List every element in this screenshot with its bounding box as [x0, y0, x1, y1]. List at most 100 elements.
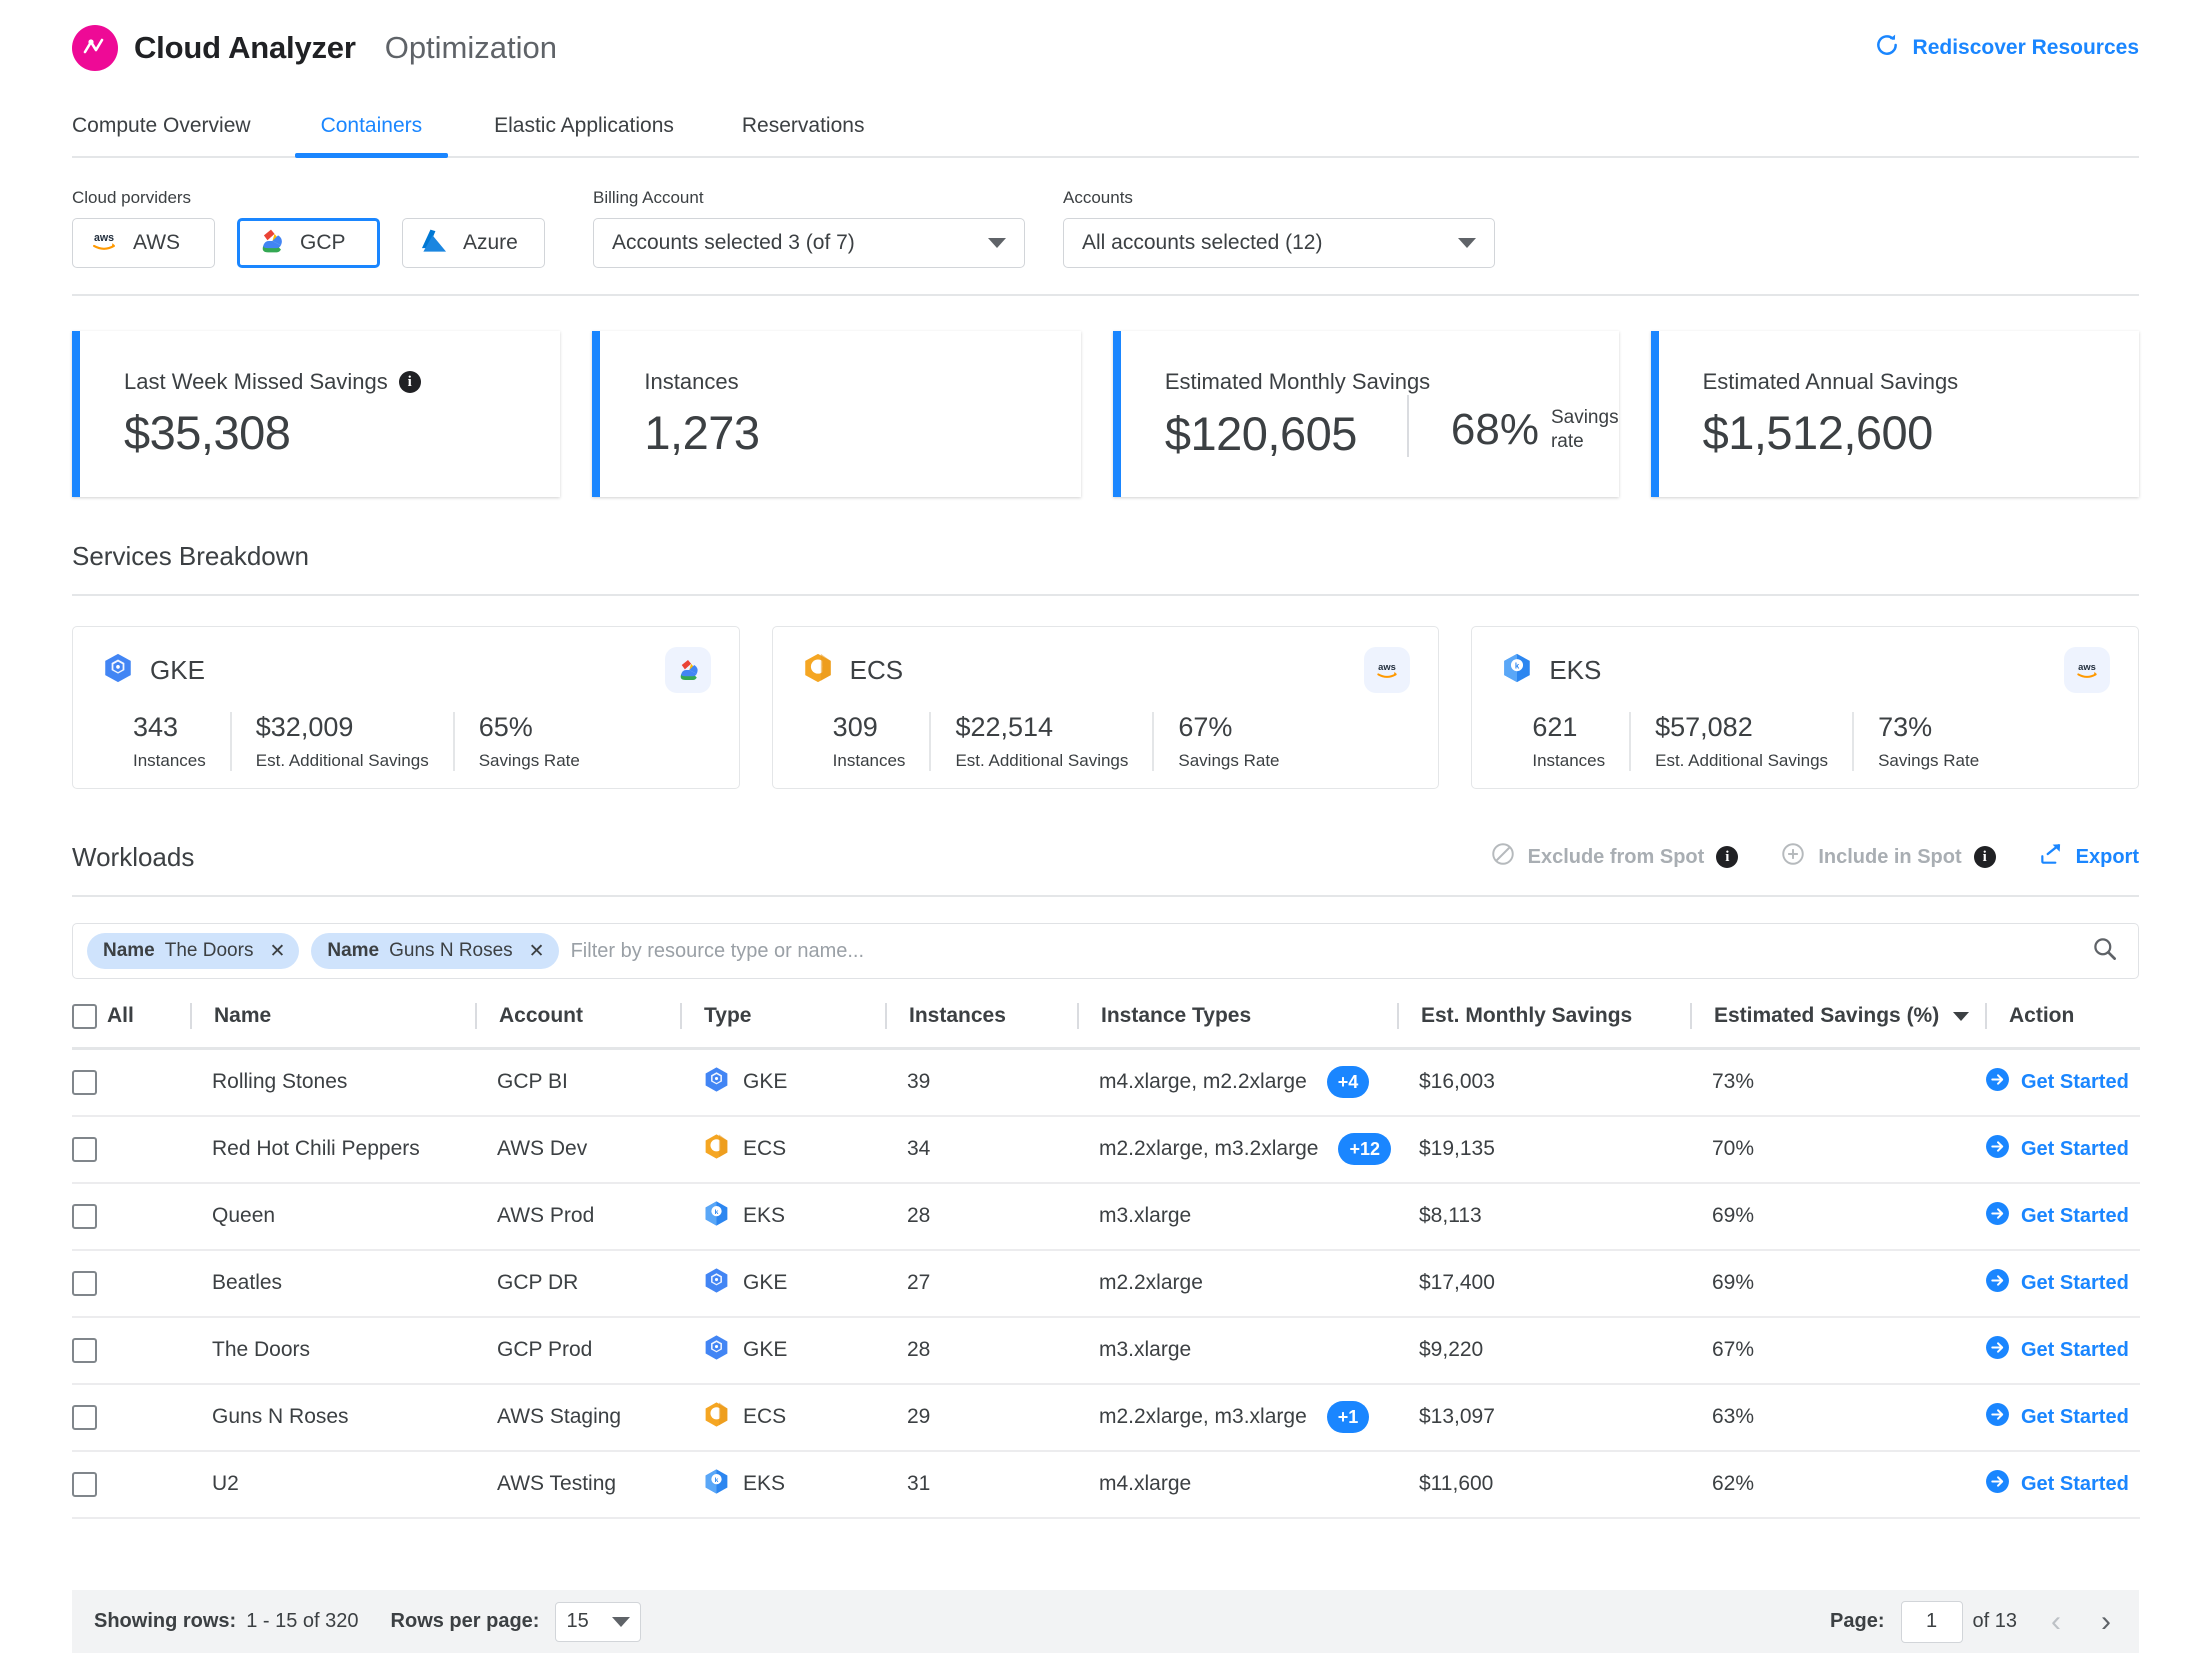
service-name: EKS — [1549, 655, 1601, 686]
get-started-button[interactable]: Get Started — [1985, 1268, 2129, 1299]
row-instances: 29 — [907, 1405, 930, 1429]
filter-chip[interactable]: NameThe Doors✕ — [87, 933, 299, 969]
row-checkbox[interactable] — [72, 1271, 97, 1296]
row-monthly-savings-cell: $17,400 — [1397, 1250, 1690, 1317]
row-action-cell[interactable]: Get Started — [1985, 1049, 2140, 1116]
cloud-provider-azure-button[interactable]: Azure — [402, 218, 545, 268]
tab-elastic-applications[interactable]: Elastic Applications — [494, 114, 674, 156]
service-rate-label: Savings Rate — [1878, 751, 1979, 771]
tab-compute-overview[interactable]: Compute Overview — [72, 114, 251, 156]
row-checkbox[interactable] — [72, 1405, 97, 1430]
row-action-cell[interactable]: Get Started — [1985, 1250, 2140, 1317]
column-header-account[interactable]: Account — [475, 1003, 680, 1049]
row-action-cell[interactable]: Get Started — [1985, 1451, 2140, 1518]
column-header-label: Action — [2009, 1004, 2074, 1028]
row-name: Rolling Stones — [212, 1070, 347, 1094]
row-select-cell[interactable] — [72, 1183, 190, 1250]
export-button[interactable]: Export — [2038, 841, 2139, 873]
service-card-eks[interactable]: kEKSaws621Instances$57,082Est. Additiona… — [1471, 626, 2139, 789]
column-header-estimated-savings[interactable]: Estimated Savings (%) — [1690, 1003, 1985, 1049]
get-started-button[interactable]: Get Started — [1985, 1134, 2129, 1165]
info-icon[interactable]: i — [399, 371, 421, 393]
service-card-gke[interactable]: GKE343Instances$32,009Est. Additional Sa… — [72, 626, 740, 789]
cloud-provider-buttons: awsAWS GCP Azure — [72, 218, 545, 268]
row-instance-types-more-badge[interactable]: +1 — [1327, 1401, 1370, 1433]
row-instance-types-more-badge[interactable]: +4 — [1327, 1066, 1370, 1098]
search-input[interactable]: NameThe Doors✕NameGuns N Roses✕ Filter b… — [72, 923, 2139, 979]
table-row[interactable]: Guns N RosesAWS StagingECS29m2.2xlarge, … — [72, 1384, 2140, 1451]
close-icon[interactable]: ✕ — [529, 940, 545, 963]
row-action-cell[interactable]: Get Started — [1985, 1317, 2140, 1384]
close-icon[interactable]: ✕ — [269, 940, 285, 963]
aws-icon: aws — [1364, 647, 1410, 693]
table-row[interactable]: U2AWS TestingkEKS31m4.xlarge$11,60062%Ge… — [72, 1451, 2140, 1518]
chevron-left-icon[interactable]: ‹ — [2045, 1605, 2067, 1639]
column-header-instance-types[interactable]: Instance Types — [1077, 1003, 1397, 1049]
kpi-card: Last Week Missed Savingsi$35,308 — [72, 331, 560, 497]
tab-reservations[interactable]: Reservations — [742, 114, 865, 156]
table-row[interactable]: Rolling StonesGCP BIGKE39m4.xlarge, m2.2… — [72, 1049, 2140, 1116]
row-name-cell: Rolling Stones — [190, 1049, 475, 1116]
row-select-cell[interactable] — [72, 1317, 190, 1384]
svg-text:aws: aws — [1378, 662, 1396, 672]
column-header-all[interactable]: All — [72, 1003, 190, 1049]
column-header-instances[interactable]: Instances — [885, 1003, 1077, 1049]
table-row[interactable]: Red Hot Chili PeppersAWS DevECS34m2.2xla… — [72, 1116, 2140, 1183]
row-instance-types-more-badge[interactable]: +12 — [1338, 1133, 1391, 1165]
row-checkbox[interactable] — [72, 1070, 97, 1095]
rows-per-page-value: 15 — [566, 1610, 588, 1633]
row-account: AWS Prod — [497, 1204, 594, 1228]
column-header-name[interactable]: Name — [190, 1003, 475, 1049]
get-started-button[interactable]: Get Started — [1985, 1402, 2129, 1433]
kpi-label: Estimated Annual Savings — [1703, 369, 1959, 395]
row-select-cell[interactable] — [72, 1250, 190, 1317]
search-icon[interactable] — [2091, 935, 2118, 967]
get-started-button[interactable]: Get Started — [1985, 1335, 2129, 1366]
row-savings-percent: 63% — [1712, 1405, 1754, 1429]
get-started-button[interactable]: Get Started — [1985, 1067, 2129, 1098]
arrow-right-circle-icon — [1985, 1134, 2010, 1165]
service-card-ecs[interactable]: ECSaws309Instances$22,514Est. Additional… — [772, 626, 1440, 789]
chevron-right-icon[interactable]: › — [2095, 1605, 2117, 1639]
row-checkbox[interactable] — [72, 1472, 97, 1497]
table-row[interactable]: QueenAWS ProdkEKS28m3.xlarge$8,11369%Get… — [72, 1183, 2140, 1250]
row-select-cell[interactable] — [72, 1384, 190, 1451]
table-row[interactable]: BeatlesGCP DRGKE27m2.2xlarge$17,40069%Ge… — [72, 1250, 2140, 1317]
info-icon[interactable]: i — [1716, 846, 1738, 868]
app-header: Cloud Analyzer Optimization Rediscover R… — [0, 0, 2211, 96]
rediscover-resources-button[interactable]: Rediscover Resources — [1874, 32, 2139, 64]
row-action-cell[interactable]: Get Started — [1985, 1116, 2140, 1183]
rows-per-page-select[interactable]: 15 — [555, 1602, 641, 1642]
row-action-cell[interactable]: Get Started — [1985, 1183, 2140, 1250]
table-row[interactable]: The DoorsGCP ProdGKE28m3.xlarge$9,22067%… — [72, 1317, 2140, 1384]
filter-chip[interactable]: NameGuns N Roses✕ — [311, 933, 558, 969]
row-checkbox[interactable] — [72, 1137, 97, 1162]
column-header-est-monthly-savings[interactable]: Est. Monthly Savings — [1397, 1003, 1690, 1049]
aws-icon: aws — [87, 224, 121, 263]
row-checkbox[interactable] — [72, 1204, 97, 1229]
accounts-select[interactable]: All accounts selected (12) — [1063, 218, 1495, 268]
row-action-cell[interactable]: Get Started — [1985, 1384, 2140, 1451]
get-started-button[interactable]: Get Started — [1985, 1201, 2129, 1232]
page-number-input[interactable]: 1 — [1901, 1601, 1963, 1643]
row-instance-types: m2.2xlarge — [1099, 1271, 1203, 1295]
tab-containers[interactable]: Containers — [321, 114, 423, 156]
exclude-circle-slash-icon — [1490, 841, 1516, 873]
get-started-button[interactable]: Get Started — [1985, 1469, 2129, 1500]
billing-account-select[interactable]: Accounts selected 3 (of 7) — [593, 218, 1025, 268]
row-savings-percent: 62% — [1712, 1472, 1754, 1496]
sort-descending-icon[interactable] — [1953, 1012, 1969, 1021]
row-checkbox[interactable] — [72, 1338, 97, 1363]
info-icon[interactable]: i — [1974, 846, 1996, 868]
select-all-checkbox[interactable] — [72, 1004, 97, 1029]
cloud-provider-aws-button[interactable]: awsAWS — [72, 218, 215, 268]
row-select-cell[interactable] — [72, 1116, 190, 1183]
row-type-cell: kEKS — [680, 1451, 885, 1518]
row-select-cell[interactable] — [72, 1451, 190, 1518]
cloud-provider-gcp-button[interactable]: GCP — [237, 218, 380, 268]
exclude-from-spot-button[interactable]: Exclude from Spot i — [1490, 841, 1739, 873]
column-header-type[interactable]: Type — [680, 1003, 885, 1049]
include-in-spot-button[interactable]: Include in Spot i — [1780, 841, 1995, 873]
row-select-cell[interactable] — [72, 1049, 190, 1116]
column-header-action[interactable]: Action — [1985, 1003, 2140, 1049]
